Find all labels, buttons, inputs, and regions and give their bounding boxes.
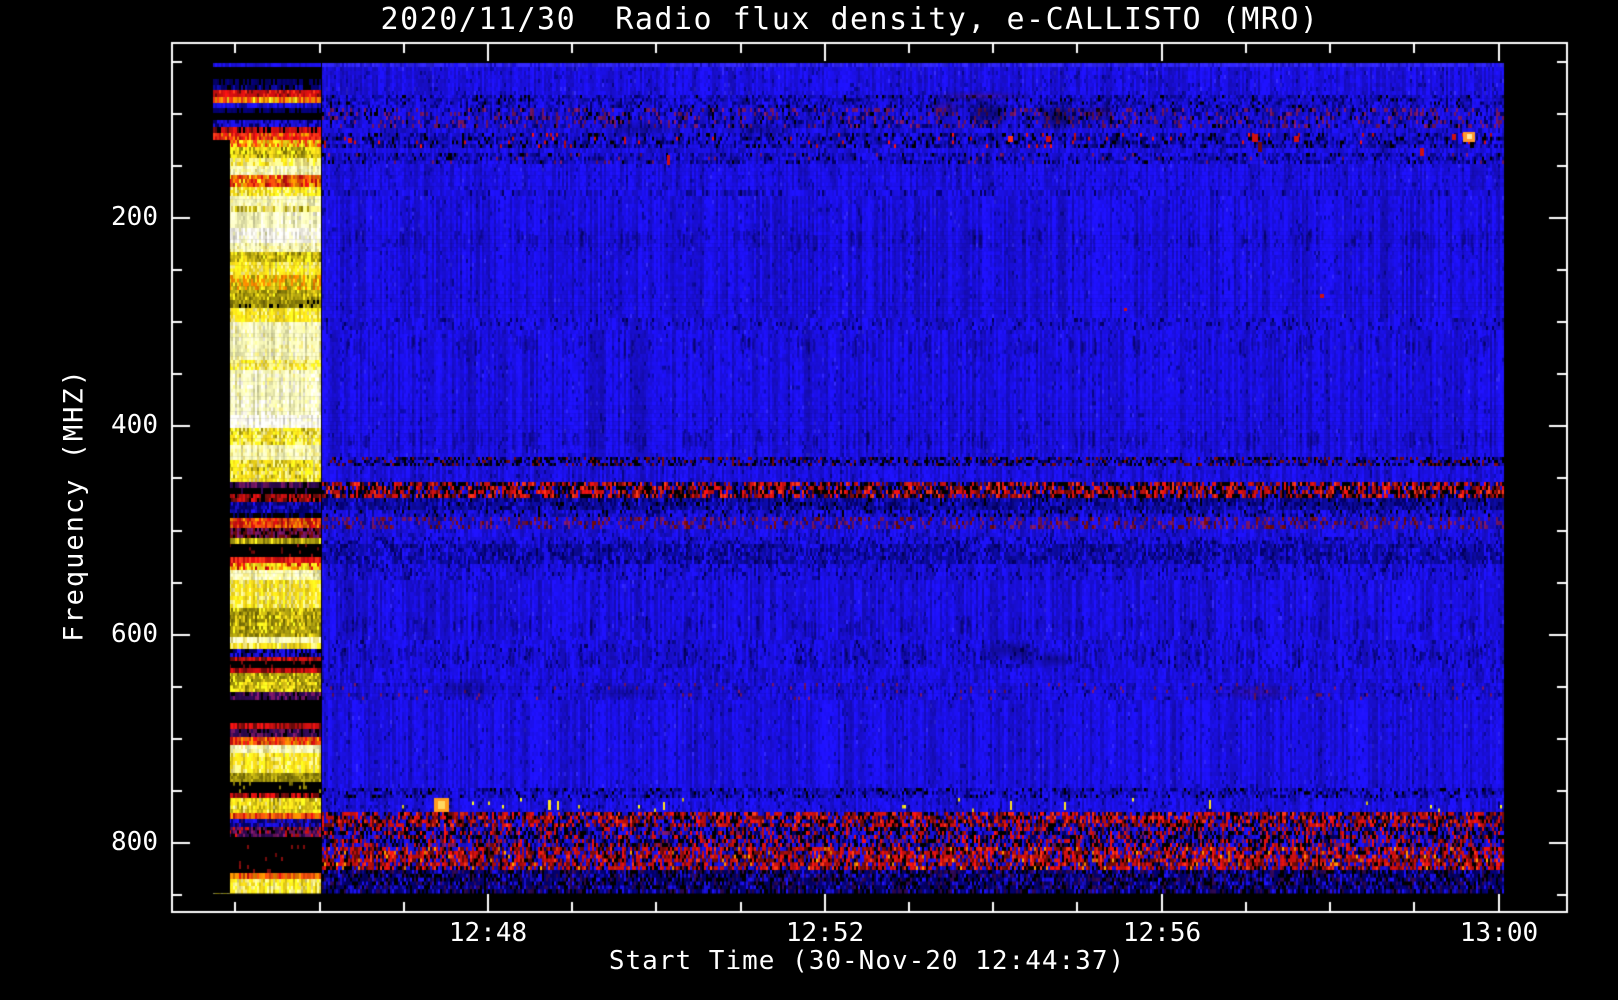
spectrogram-canvas (0, 0, 1618, 1000)
x-tick-label: 13:00 (1459, 918, 1539, 948)
x-tick-label: 12:56 (1122, 918, 1202, 948)
chart-title: 2020/11/30 Radio flux density, e-CALLIST… (380, 2, 1320, 37)
spectrogram-page: 2020/11/30 Radio flux density, e-CALLIST… (0, 0, 1618, 1000)
y-tick-label: 200 (111, 202, 158, 232)
x-axis-title: Start Time (30-Nov-20 12:44:37) (608, 946, 1126, 976)
y-tick-label: 800 (111, 827, 158, 857)
y-tick-label: 400 (111, 410, 158, 440)
y-tick-label: 600 (111, 619, 158, 649)
x-tick-label: 12:48 (448, 918, 528, 948)
x-tick-label: 12:52 (785, 918, 865, 948)
